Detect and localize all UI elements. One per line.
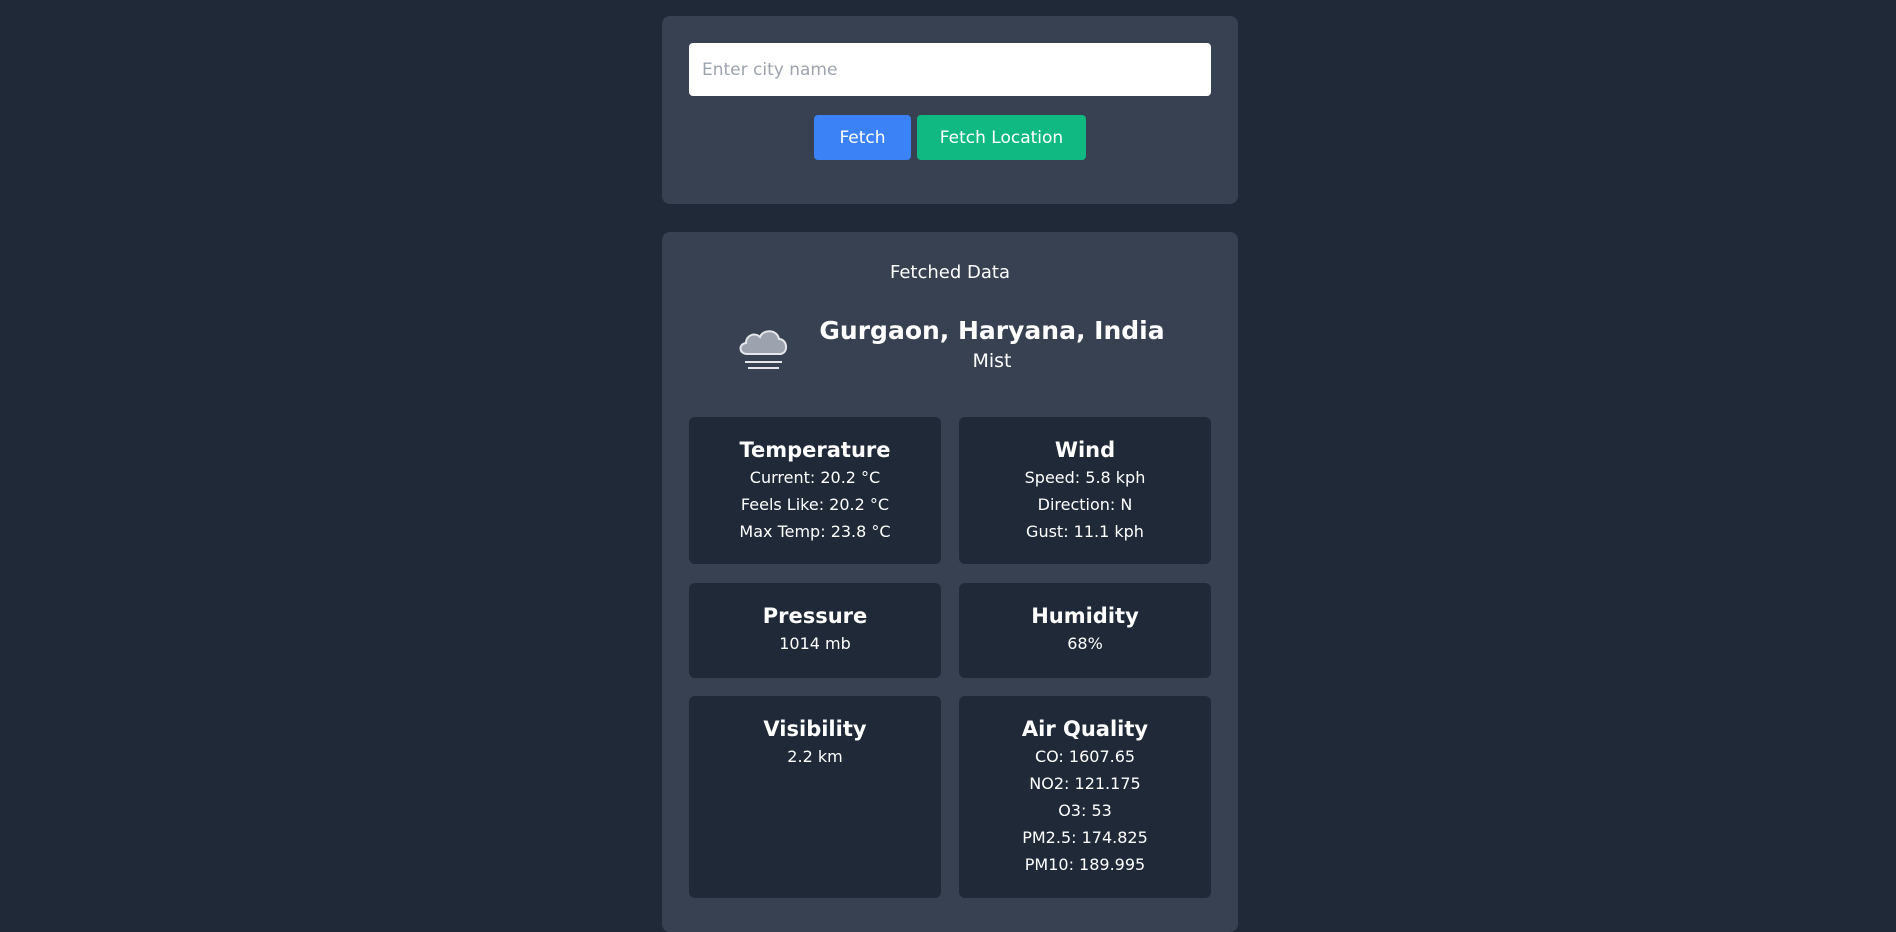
button-row: Fetch Fetch Location bbox=[662, 115, 1238, 160]
air-quality-co: CO: 1607.65 bbox=[1034, 747, 1136, 766]
temperature-tile: Temperature Current: 20.2 °C Feels Like:… bbox=[689, 417, 941, 564]
air-quality-o3: O3: 53 bbox=[1058, 801, 1112, 820]
city-search-input[interactable] bbox=[689, 43, 1211, 96]
fetch-button[interactable]: Fetch bbox=[814, 115, 911, 160]
air-quality-tile: Air Quality CO: 1607.65 NO2: 121.175 O3:… bbox=[959, 696, 1211, 898]
air-quality-pm25: PM2.5: 174.825 bbox=[1022, 828, 1148, 847]
pressure-value: 1014 mb bbox=[779, 634, 851, 653]
pressure-tile: Pressure 1014 mb bbox=[689, 583, 941, 678]
location-block: Gurgaon, Haryana, India Mist bbox=[662, 314, 1238, 374]
weather-condition: Mist bbox=[972, 350, 1012, 372]
air-quality-heading: Air Quality bbox=[1021, 717, 1149, 741]
location-name: Gurgaon, Haryana, India bbox=[819, 316, 1165, 345]
humidity-value: 68% bbox=[1067, 634, 1103, 653]
visibility-heading: Visibility bbox=[763, 717, 867, 741]
data-title: Fetched Data bbox=[889, 262, 1010, 283]
temperature-heading: Temperature bbox=[739, 438, 891, 462]
wind-speed: Speed: 5.8 kph bbox=[1024, 468, 1146, 487]
visibility-tile: Visibility 2.2 km bbox=[689, 696, 941, 898]
fetch-location-button[interactable]: Fetch Location bbox=[917, 115, 1086, 160]
temperature-current: Current: 20.2 °C bbox=[749, 468, 881, 487]
humidity-tile: Humidity 68% bbox=[959, 583, 1211, 678]
temperature-max: Max Temp: 23.8 °C bbox=[739, 522, 891, 541]
pressure-heading: Pressure bbox=[762, 604, 868, 628]
location-text: Gurgaon, Haryana, India Mist bbox=[819, 314, 1164, 374]
air-quality-no2: NO2: 121.175 bbox=[1029, 774, 1141, 793]
humidity-heading: Humidity bbox=[1031, 604, 1139, 628]
weather-data-card: Fetched Data Gurgaon, Haryana, India Mis… bbox=[662, 232, 1238, 932]
visibility-value: 2.2 km bbox=[787, 747, 843, 766]
wind-tile: Wind Speed: 5.8 kph Direction: N Gust: 1… bbox=[959, 417, 1211, 564]
air-quality-pm10: PM10: 189.995 bbox=[1024, 855, 1146, 874]
temperature-feels-like: Feels Like: 20.2 °C bbox=[740, 495, 890, 514]
wind-direction: Direction: N bbox=[1037, 495, 1133, 514]
search-card: Fetch Fetch Location bbox=[662, 16, 1238, 204]
wind-heading: Wind bbox=[1054, 438, 1116, 462]
wind-gust: Gust: 11.1 kph bbox=[1026, 522, 1144, 541]
mist-cloud-icon bbox=[739, 330, 788, 369]
